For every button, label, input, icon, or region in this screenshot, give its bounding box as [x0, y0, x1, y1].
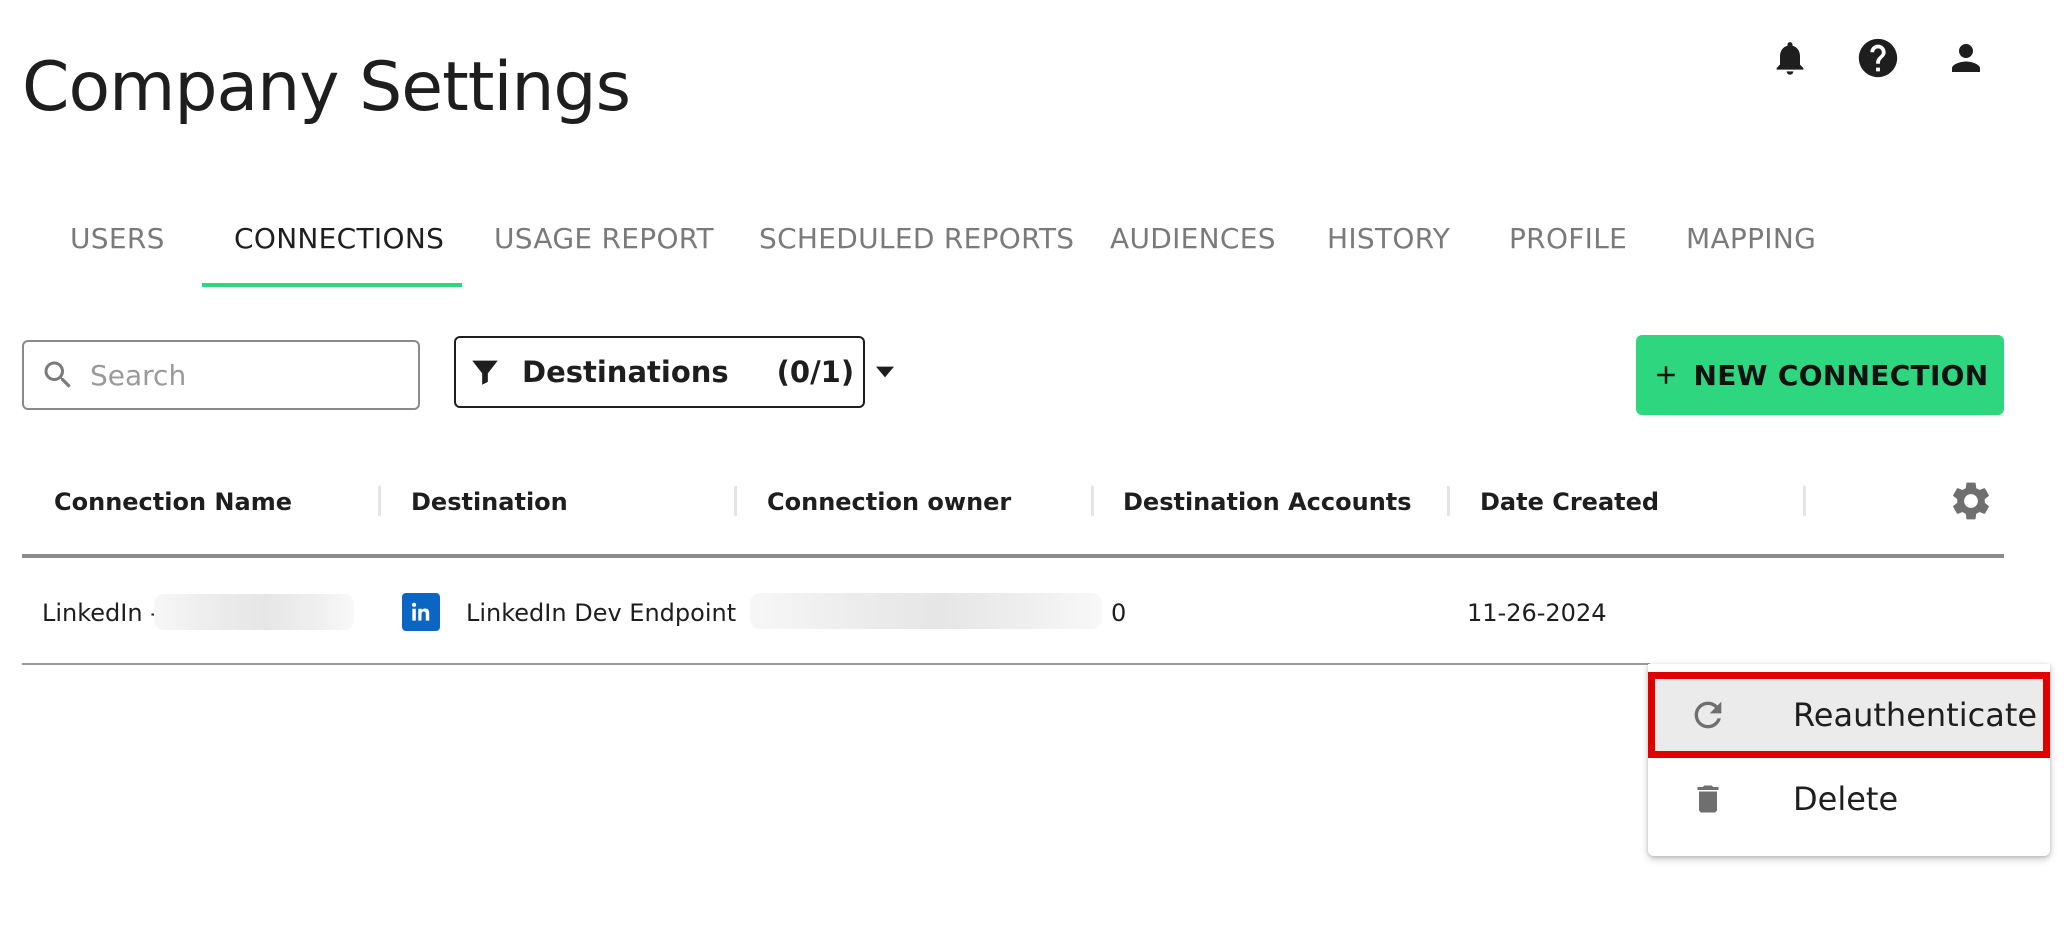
- redacted-text: [154, 594, 354, 630]
- new-connection-label: NEW CONNECTION: [1693, 358, 1989, 392]
- destinations-filter[interactable]: Destinations (0/1): [454, 336, 895, 408]
- delete-label: Delete: [1793, 780, 1899, 818]
- date-created-cell: 11-26-2024: [1467, 599, 1607, 627]
- tab-scheduled-reports[interactable]: SCHEDULED REPORTS: [759, 222, 1074, 255]
- filter-icon: [468, 355, 502, 389]
- tab-mapping[interactable]: MAPPING: [1686, 222, 1816, 255]
- column-divider[interactable]: [1803, 486, 1806, 516]
- delete-menu-item[interactable]: Delete: [1648, 756, 2050, 842]
- plus-icon: [1651, 360, 1681, 390]
- column-divider[interactable]: [1091, 486, 1094, 516]
- tab-audiences[interactable]: AUDIENCES: [1110, 222, 1276, 255]
- connection-name-cell: LinkedIn -: [42, 599, 159, 627]
- chevron-down-icon: [876, 366, 895, 378]
- account-icon[interactable]: [1942, 34, 1990, 82]
- new-connection-button[interactable]: NEW CONNECTION: [1636, 335, 2004, 415]
- tab-profile[interactable]: PROFILE: [1509, 222, 1627, 255]
- active-tab-indicator: [202, 283, 462, 287]
- column-header-connection-name[interactable]: Connection Name: [54, 488, 292, 516]
- gear-icon[interactable]: [1948, 478, 1994, 524]
- linkedin-icon: [402, 593, 440, 631]
- row-actions-menu: Reauthenticate Delete: [1648, 664, 2050, 856]
- table-header-divider: [22, 554, 2004, 558]
- table-row-divider: [22, 663, 1650, 665]
- column-header-destination[interactable]: Destination: [411, 488, 568, 516]
- column-divider[interactable]: [378, 486, 381, 516]
- redacted-owner: [750, 593, 1102, 629]
- destination-accounts-cell: 0: [1111, 599, 1127, 627]
- reauthenticate-menu-item[interactable]: Reauthenticate: [1648, 672, 2050, 758]
- search-icon: [40, 357, 76, 393]
- help-icon[interactable]: [1854, 34, 1902, 82]
- reauthenticate-label: Reauthenticate: [1793, 696, 2038, 734]
- page-title: Company Settings: [22, 48, 631, 127]
- search-box[interactable]: [22, 340, 420, 410]
- refresh-icon: [1686, 693, 1730, 737]
- bell-icon[interactable]: [1766, 34, 1814, 82]
- filter-label: Destinations: [522, 355, 729, 389]
- filter-count: (0/1): [776, 355, 855, 389]
- tab-connections[interactable]: CONNECTIONS: [234, 222, 444, 255]
- tab-history[interactable]: HISTORY: [1327, 222, 1450, 255]
- column-divider[interactable]: [1447, 486, 1450, 516]
- column-header-connection-owner[interactable]: Connection owner: [767, 488, 1011, 516]
- column-divider[interactable]: [734, 486, 737, 516]
- tab-usage-report[interactable]: USAGE REPORT: [494, 222, 714, 255]
- search-input[interactable]: [88, 357, 402, 393]
- tab-users[interactable]: USERS: [70, 222, 165, 255]
- trash-icon: [1686, 777, 1730, 821]
- column-header-destination-accounts[interactable]: Destination Accounts: [1123, 488, 1412, 516]
- column-header-date-created[interactable]: Date Created: [1480, 488, 1659, 516]
- destination-cell: LinkedIn Dev Endpoint: [466, 599, 737, 627]
